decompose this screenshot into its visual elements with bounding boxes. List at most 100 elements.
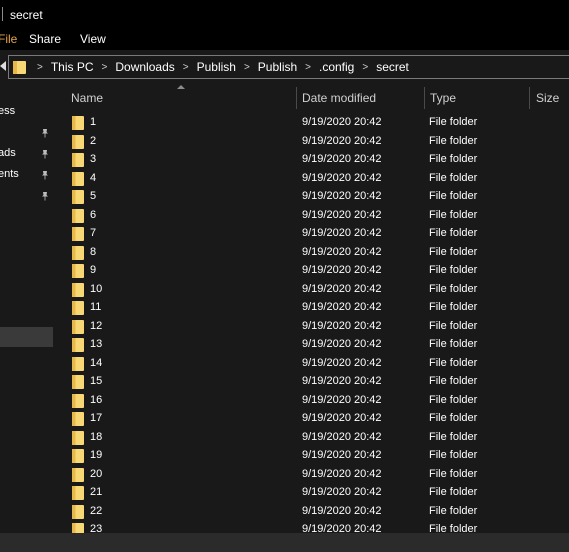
column-divider[interactable]	[296, 87, 297, 109]
window-title: secret	[10, 8, 43, 22]
table-row[interactable]: 9 9/19/2020 20:42 File folder	[53, 262, 569, 281]
file-name: 13	[90, 338, 103, 350]
file-name: 14	[90, 356, 103, 369]
pin-icon	[42, 129, 48, 138]
file-date-modified: 9/19/2020 20:42	[302, 375, 382, 387]
file-type: File folder	[429, 319, 478, 332]
back-arrow-icon[interactable]	[0, 61, 6, 71]
column-header-date[interactable]: Date modified	[302, 91, 376, 105]
tab-view[interactable]: View	[80, 32, 106, 46]
nav-item-downloads[interactable]: ads	[0, 147, 16, 159]
file-name: 17	[90, 412, 103, 424]
file-date-modified: 9/19/2020 20:42	[302, 116, 382, 128]
file-rows: 1 9/19/2020 20:42 File folder 2 9/19/2020 20…	[53, 114, 569, 533]
folder-icon	[72, 319, 84, 337]
breadcrumb-separator-icon[interactable]: >	[362, 62, 368, 73]
breadcrumb-separator-icon[interactable]: >	[37, 62, 43, 73]
breadcrumb-item[interactable]: Publish	[197, 60, 236, 74]
folder-icon	[72, 208, 84, 226]
file-type: File folder	[429, 208, 478, 221]
file-type: File folder	[429, 523, 478, 533]
table-row[interactable]: 16 9/19/2020 20:42 File folder	[53, 392, 569, 411]
table-row[interactable]: 15 9/19/2020 20:42 File folder	[53, 373, 569, 392]
column-header-type[interactable]: Type	[430, 91, 456, 105]
table-row[interactable]: 10 9/19/2020 20:42 File folder	[53, 281, 569, 300]
file-list: Name Date modified Type Size 1 9/19/2020 …	[53, 85, 569, 533]
table-row[interactable]: 19 9/19/2020 20:42 File folder	[53, 447, 569, 466]
file-name: 3	[90, 153, 97, 165]
tab-file[interactable]: File	[0, 32, 17, 46]
tab-share[interactable]: Share	[29, 32, 61, 46]
breadcrumb-item[interactable]: Publish	[258, 60, 297, 74]
file-date-modified: 9/19/2020 20:42	[302, 393, 382, 406]
file-type: File folder	[429, 190, 478, 202]
breadcrumb-item[interactable]: secret	[376, 60, 409, 74]
table-row[interactable]: 2 9/19/2020 20:42 File folder	[53, 133, 569, 152]
folder-icon	[72, 430, 84, 448]
folder-icon	[72, 153, 84, 170]
file-date-modified: 9/19/2020 20:42	[302, 245, 382, 258]
folder-icon	[72, 116, 84, 133]
breadcrumb-separator-icon[interactable]: >	[183, 62, 189, 73]
file-type: File folder	[429, 171, 478, 184]
file-date-modified: 9/19/2020 20:42	[302, 134, 382, 147]
title-separator	[2, 7, 3, 21]
file-type: File folder	[429, 393, 478, 406]
table-row[interactable]: 4 9/19/2020 20:42 File folder	[53, 170, 569, 189]
table-row[interactable]: 8 9/19/2020 20:42 File folder	[53, 244, 569, 263]
breadcrumb-item[interactable]: Downloads	[115, 60, 174, 74]
file-type: File folder	[429, 227, 478, 239]
table-row[interactable]: 21 9/19/2020 20:42 File folder	[53, 484, 569, 503]
file-date-modified: 9/19/2020 20:42	[302, 282, 382, 295]
folder-icon	[72, 338, 84, 355]
folder-icon	[72, 393, 84, 411]
nav-item-quick-access[interactable]: ess	[0, 105, 15, 117]
table-row[interactable]: 13 9/19/2020 20:42 File folder	[53, 336, 569, 355]
file-name: 12	[90, 319, 103, 332]
table-row[interactable]: 3 9/19/2020 20:42 File folder	[53, 151, 569, 170]
breadcrumb-separator-icon[interactable]: >	[102, 62, 108, 73]
column-divider[interactable]	[529, 87, 530, 109]
file-date-modified: 9/19/2020 20:42	[302, 153, 382, 165]
file-name: 4	[90, 171, 97, 184]
file-date-modified: 9/19/2020 20:42	[302, 171, 382, 184]
table-row[interactable]: 12 9/19/2020 20:42 File folder	[53, 318, 569, 337]
folder-icon	[72, 486, 84, 503]
file-type: File folder	[429, 412, 478, 424]
nav-item-documents[interactable]: ents	[0, 168, 19, 180]
file-date-modified: 9/19/2020 20:42	[302, 523, 382, 533]
breadcrumb-separator-icon[interactable]: >	[305, 62, 311, 73]
table-row[interactable]: 11 9/19/2020 20:42 File folder	[53, 299, 569, 318]
table-row[interactable]: 14 9/19/2020 20:42 File folder	[53, 355, 569, 374]
column-header-size[interactable]: Size	[536, 91, 559, 105]
title-bar: secret	[0, 0, 569, 30]
folder-icon	[72, 301, 84, 318]
sort-ascending-icon	[177, 85, 185, 89]
column-header-name[interactable]: Name	[71, 91, 103, 105]
file-date-modified: 9/19/2020 20:42	[302, 208, 382, 221]
table-row[interactable]: 20 9/19/2020 20:42 File folder	[53, 466, 569, 485]
file-name: 1	[90, 116, 97, 128]
table-row[interactable]: 23 9/19/2020 20:42 File folder	[53, 521, 569, 533]
column-divider[interactable]	[424, 87, 425, 109]
file-name: 5	[90, 190, 97, 202]
file-type: File folder	[429, 245, 478, 258]
folder-icon	[72, 171, 84, 189]
nav-item-selected[interactable]	[0, 327, 53, 347]
file-date-modified: 9/19/2020 20:42	[302, 467, 382, 480]
file-date-modified: 9/19/2020 20:42	[302, 301, 382, 313]
pin-icon	[42, 192, 48, 201]
table-row[interactable]: 22 9/19/2020 20:42 File folder	[53, 503, 569, 522]
folder-icon	[72, 264, 84, 281]
table-row[interactable]: 7 9/19/2020 20:42 File folder	[53, 225, 569, 244]
breadcrumb-separator-icon[interactable]: >	[244, 62, 250, 73]
table-row[interactable]: 5 9/19/2020 20:42 File folder	[53, 188, 569, 207]
breadcrumb-item[interactable]: This PC	[51, 60, 94, 74]
file-date-modified: 9/19/2020 20:42	[302, 412, 382, 424]
table-row[interactable]: 1 9/19/2020 20:42 File folder	[53, 114, 569, 133]
table-row[interactable]: 18 9/19/2020 20:42 File folder	[53, 429, 569, 448]
breadcrumb-item[interactable]: .config	[319, 60, 354, 74]
address-bar[interactable]: > This PC > Downloads > Publish > Publish > .conf…	[8, 55, 569, 79]
table-row[interactable]: 17 9/19/2020 20:42 File folder	[53, 410, 569, 429]
table-row[interactable]: 6 9/19/2020 20:42 File folder	[53, 207, 569, 226]
